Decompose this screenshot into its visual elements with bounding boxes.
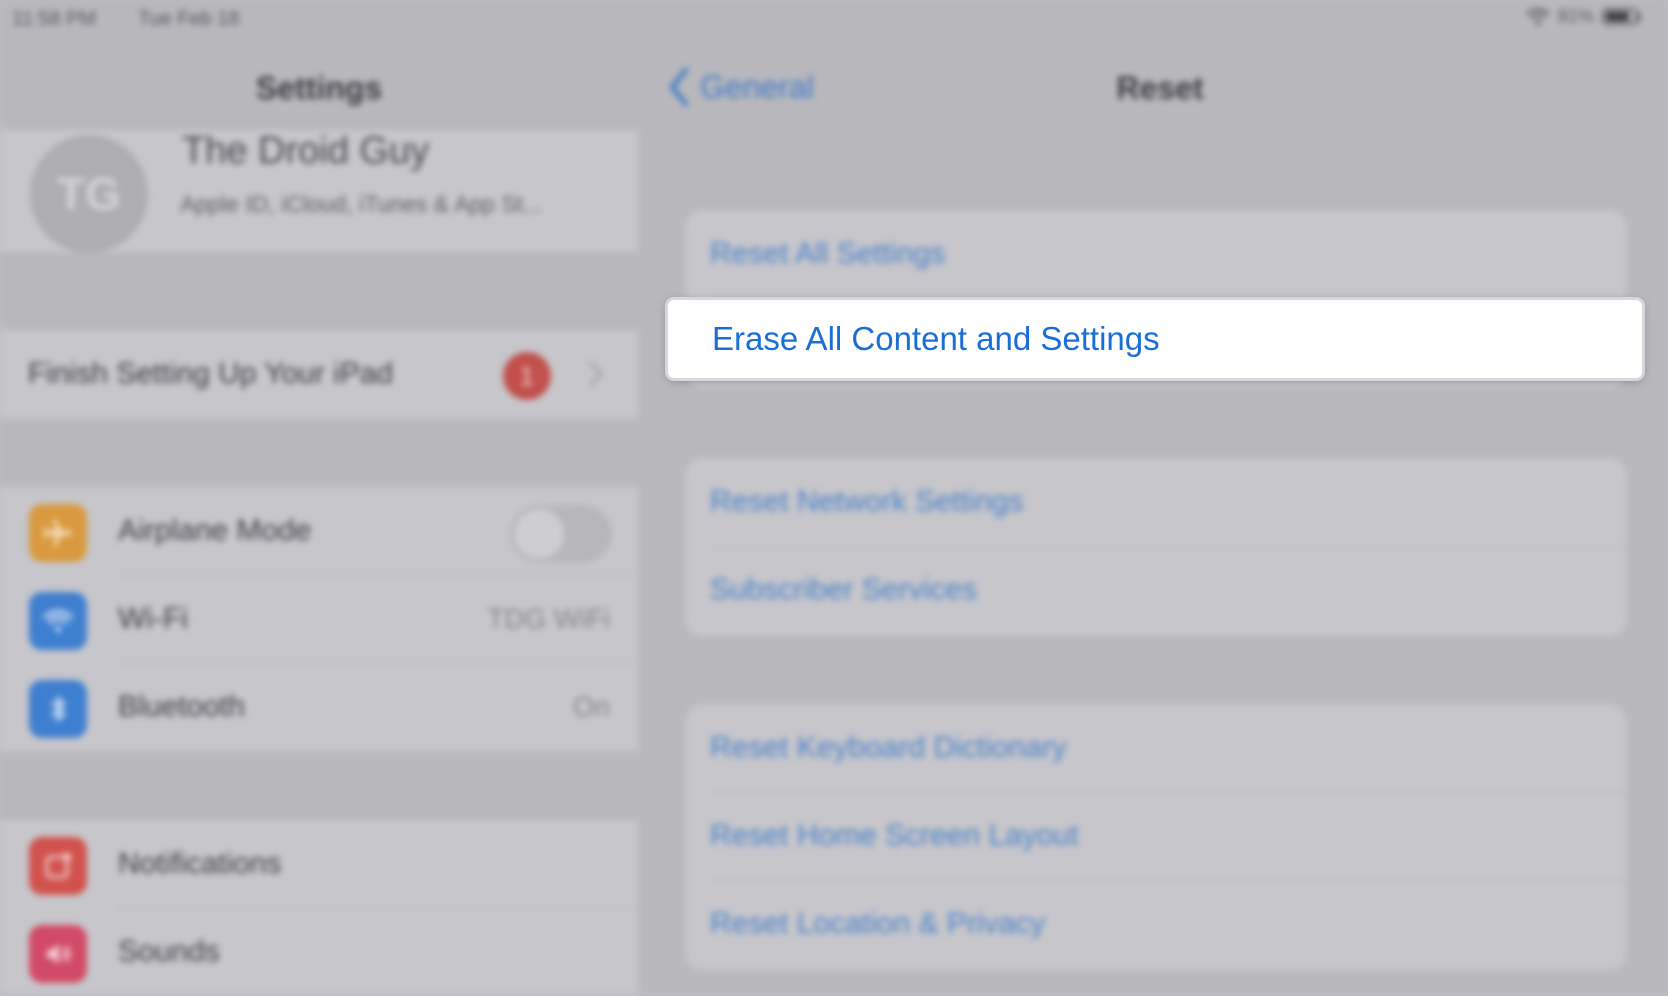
bluetooth-status-value: On — [572, 691, 610, 722]
sidebar-item-label: Airplane Mode — [118, 514, 312, 547]
reset-home-screen-layout-item[interactable]: Reset Home Screen Layout — [710, 792, 1079, 880]
status-time: 11:58 PM — [12, 8, 97, 30]
back-label: General — [700, 68, 814, 105]
finish-setup-label: Finish Setting Up Your iPad — [28, 357, 394, 390]
erase-all-content-label: Erase All Content and Settings — [712, 320, 1160, 357]
sidebar-item-label: Bluetooth — [118, 690, 245, 723]
settings-sidebar: Settings TG The Droid Guy Apple ID, iClo… — [0, 0, 638, 993]
sounds-icon — [29, 925, 87, 983]
airplane-icon — [29, 504, 87, 562]
battery-percent: 81% — [1557, 6, 1594, 26]
reset-group-3: Reset Keyboard Dictionary Reset Home Scr… — [686, 704, 1626, 970]
sidebar-item-wifi[interactable]: Wi-Fi TDG WiFi — [0, 575, 638, 663]
toggle-knob — [514, 509, 564, 559]
profile-name: The Droid Guy — [182, 130, 430, 172]
notifications-icon — [29, 837, 87, 895]
subscriber-services-item[interactable]: Subscriber Services — [710, 546, 977, 634]
sidebar-item-label: Notifications — [118, 847, 282, 880]
back-button[interactable]: General — [666, 66, 814, 108]
wifi-status-icon — [1526, 7, 1550, 25]
reset-network-settings-item[interactable]: Reset Network Settings — [710, 458, 1023, 546]
status-indicators: 81% — [1526, 6, 1641, 27]
bluetooth-icon — [29, 680, 87, 738]
sidebar-item-airplane-mode[interactable]: Airplane Mode — [0, 487, 638, 575]
sidebar-item-notifications[interactable]: Notifications — [0, 820, 638, 908]
reset-all-settings-item[interactable]: Reset All Settings — [710, 210, 945, 298]
reset-group-2: Reset Network Settings Subscriber Servic… — [686, 458, 1626, 636]
sidebar-item-bluetooth[interactable]: Bluetooth On — [0, 663, 638, 751]
sidebar-item-sounds[interactable]: Sounds — [0, 908, 638, 996]
page-title: Reset — [1116, 70, 1204, 106]
profile-subtitle: Apple ID, iCloud, iTunes & App St... — [180, 191, 543, 217]
battery-icon — [1602, 8, 1641, 25]
system-group: Notifications Sounds — [0, 820, 638, 993]
status-date: Tue Feb 18 — [138, 8, 240, 30]
chevron-right-icon — [589, 361, 604, 387]
sidebar-title: Settings — [255, 70, 383, 106]
chevron-left-icon — [669, 67, 689, 107]
connectivity-group: Airplane Mode Wi-Fi TDG WiFi Bluetooth O… — [0, 487, 638, 751]
notification-badge: 1 — [503, 352, 551, 400]
row-divider — [710, 298, 1626, 299]
sidebar-item-label: Wi-Fi — [118, 602, 188, 635]
airplane-mode-toggle[interactable] — [510, 505, 612, 563]
erase-all-content-button[interactable]: Erase All Content and Settings — [668, 300, 1642, 378]
wifi-network-value: TDG WiFi — [487, 603, 610, 634]
battery-fill — [1606, 12, 1629, 21]
sidebar-item-label: Sounds — [118, 935, 220, 968]
reset-location-privacy-item[interactable]: Reset Location & Privacy — [710, 880, 1045, 968]
wifi-icon — [29, 592, 87, 650]
reset-keyboard-dictionary-item[interactable]: Reset Keyboard Dictionary — [710, 704, 1067, 792]
finish-setup-row[interactable]: Finish Setting Up Your iPad 1 — [0, 330, 638, 418]
blurred-background: Settings TG The Droid Guy Apple ID, iClo… — [0, 0, 1668, 993]
avatar: TG — [30, 135, 148, 253]
